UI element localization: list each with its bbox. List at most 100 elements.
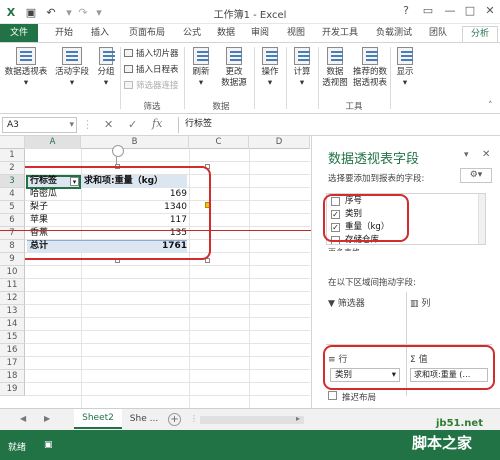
tab-view[interactable]: 视图 xyxy=(282,26,310,42)
show-button[interactable]: 显示 ▾ xyxy=(392,47,418,89)
chevron-down-icon[interactable]: ▾ xyxy=(69,118,74,132)
maximize-button[interactable]: □ xyxy=(462,4,478,20)
grid-row-line xyxy=(25,304,310,305)
panel-title: 数据透视表字段 xyxy=(328,152,420,167)
close-button[interactable]: ✕ xyxy=(482,4,498,20)
row-header[interactable]: 17 xyxy=(0,357,25,370)
slicer-icon xyxy=(124,49,133,57)
row-header[interactable]: 3 xyxy=(0,175,25,188)
insert-function-icon[interactable]: fx xyxy=(152,117,162,130)
refresh-icon xyxy=(193,47,209,65)
row-header[interactable]: 15 xyxy=(0,331,25,344)
grid-row-line xyxy=(25,369,310,370)
group-button[interactable]: 分组 ▾ xyxy=(94,47,118,89)
tab-analyze[interactable]: 分析 xyxy=(462,26,498,42)
row-header[interactable]: 19 xyxy=(0,383,25,396)
gear-icon[interactable]: ⚙▾ xyxy=(460,168,492,183)
column-header[interactable]: B xyxy=(81,136,189,149)
filter-connections-button[interactable]: 筛选器连接 xyxy=(124,79,179,91)
row-header[interactable]: 14 xyxy=(0,318,25,331)
sheet-tab[interactable]: She ... xyxy=(124,409,164,429)
column-header[interactable]: C xyxy=(189,136,249,149)
tab-formulas[interactable]: 公式 xyxy=(178,26,206,42)
row-header[interactable]: 13 xyxy=(0,305,25,318)
formula-input[interactable]: 行标签 xyxy=(178,117,312,133)
tab-review[interactable]: 审阅 xyxy=(246,26,274,42)
filters-area-label: ▼ 筛选器 xyxy=(328,296,365,309)
sheet-tab-active[interactable]: Sheet2 xyxy=(74,409,122,429)
insert-timeline-label: 插入日程表 xyxy=(136,65,179,75)
insert-slicer-label: 插入切片器 xyxy=(136,49,179,59)
column-headers: A B C D xyxy=(0,136,310,149)
grid-row-line xyxy=(25,395,310,396)
filter-icon: ▼ xyxy=(328,299,338,309)
cancel-icon[interactable]: ✕ xyxy=(104,118,113,131)
pivot-chart-icon xyxy=(327,47,343,65)
tab-team[interactable]: 团队 xyxy=(424,26,452,42)
pivot-table-icon xyxy=(16,47,36,65)
defer-layout-checkbox[interactable] xyxy=(328,391,337,400)
tab-insert[interactable]: 插入 xyxy=(86,26,114,42)
ribbon-tabs: 文件 开始 插入 页面布局 公式 数据 审阅 视图 开发工具 负载测试 团队 分… xyxy=(0,24,500,42)
minimize-button[interactable]: — xyxy=(442,4,458,20)
active-field-button[interactable]: 活动字段 ▾ xyxy=(52,47,92,89)
insert-slicer-button[interactable]: 插入切片器 xyxy=(124,47,179,59)
more-tables-link[interactable]: 更多表格... xyxy=(328,247,368,251)
tab-developer[interactable]: 开发工具 xyxy=(318,26,362,42)
row-header[interactable]: 2 xyxy=(0,162,25,175)
row-header[interactable]: 8 xyxy=(0,240,25,253)
pivot-chart-button[interactable]: 数据 透视图 xyxy=(320,47,350,89)
row-header[interactable]: 16 xyxy=(0,344,25,357)
column-header[interactable]: A xyxy=(25,136,81,149)
actions-icon xyxy=(262,47,278,65)
change-data-source-button[interactable]: 更改 数据源 xyxy=(216,47,252,89)
horizontal-scrollbar[interactable] xyxy=(200,416,304,424)
row-header[interactable]: 11 xyxy=(0,279,25,292)
tab-load-test[interactable]: 负载测试 xyxy=(372,26,416,42)
close-panel-icon[interactable]: ✕ xyxy=(482,149,490,160)
columns-area-label: ▥ 列 xyxy=(410,296,430,309)
actions-button[interactable]: 操作 ▾ xyxy=(256,47,284,89)
tab-home[interactable]: 开始 xyxy=(50,26,78,42)
collapse-ribbon-icon[interactable]: ˄ xyxy=(488,101,493,111)
pivot-table-button[interactable]: 数据透视表 ▾ xyxy=(4,47,48,89)
name-box[interactable]: A3 ▾ xyxy=(2,117,77,133)
macro-record-icon[interactable]: ▣ xyxy=(44,440,53,450)
row-header[interactable]: 10 xyxy=(0,266,25,279)
help-button[interactable]: ? xyxy=(398,4,414,20)
refresh-button[interactable]: 刷新 ▾ xyxy=(188,47,214,89)
tab-file[interactable]: 文件 xyxy=(0,24,38,42)
scroll-right-icon[interactable]: ▶ xyxy=(44,414,50,423)
pivot-chart-label-2: 透视图 xyxy=(322,78,348,88)
enter-icon[interactable]: ✓ xyxy=(128,118,137,131)
data-group-label: 数据 xyxy=(212,102,230,112)
column-header[interactable]: D xyxy=(249,136,310,149)
panel-options-icon[interactable]: ▾ xyxy=(464,150,469,160)
insert-timeline-button[interactable]: 插入日程表 xyxy=(124,63,179,75)
field-list-scrollbar[interactable] xyxy=(478,194,485,244)
calculations-button[interactable]: 计算 ▾ xyxy=(288,47,316,89)
row-header[interactable]: 7 xyxy=(0,227,25,240)
select-all-corner[interactable] xyxy=(0,136,25,149)
tab-page-layout[interactable]: 页面布局 xyxy=(124,26,170,42)
chevron-down-icon: ▾ xyxy=(103,78,109,88)
worksheet-grid[interactable]: A B C D 行标签 ▾ 求和项:重量（kg） 哈密瓜 169 梨子 1340 苹果 1… xyxy=(0,136,310,408)
grid-row-line xyxy=(25,343,310,344)
row-header[interactable]: 5 xyxy=(0,201,25,214)
tools-group-label: 工具 xyxy=(345,102,363,112)
row-header[interactable]: 9 xyxy=(0,253,25,266)
pivot-table-label: 数据透视表 xyxy=(4,67,48,77)
add-sheet-button[interactable]: + xyxy=(168,413,181,426)
scroll-left-icon[interactable]: ◀ xyxy=(20,414,26,423)
scroll-right-arrow-icon[interactable]: ▸ xyxy=(296,414,300,423)
row-header[interactable]: 18 xyxy=(0,370,25,383)
recommended-pivot-button[interactable]: 推荐的数 据透视表 xyxy=(352,47,388,89)
ribbon-display-icon[interactable]: ▭ xyxy=(420,4,436,20)
rotate-handle-icon[interactable] xyxy=(112,145,124,157)
row-header[interactable]: 4 xyxy=(0,188,25,201)
row-header[interactable]: 12 xyxy=(0,292,25,305)
row-header[interactable]: 6 xyxy=(0,214,25,227)
tab-data[interactable]: 数据 xyxy=(212,26,240,42)
ribbon-divider xyxy=(390,47,391,109)
row-header[interactable]: 1 xyxy=(0,149,25,162)
